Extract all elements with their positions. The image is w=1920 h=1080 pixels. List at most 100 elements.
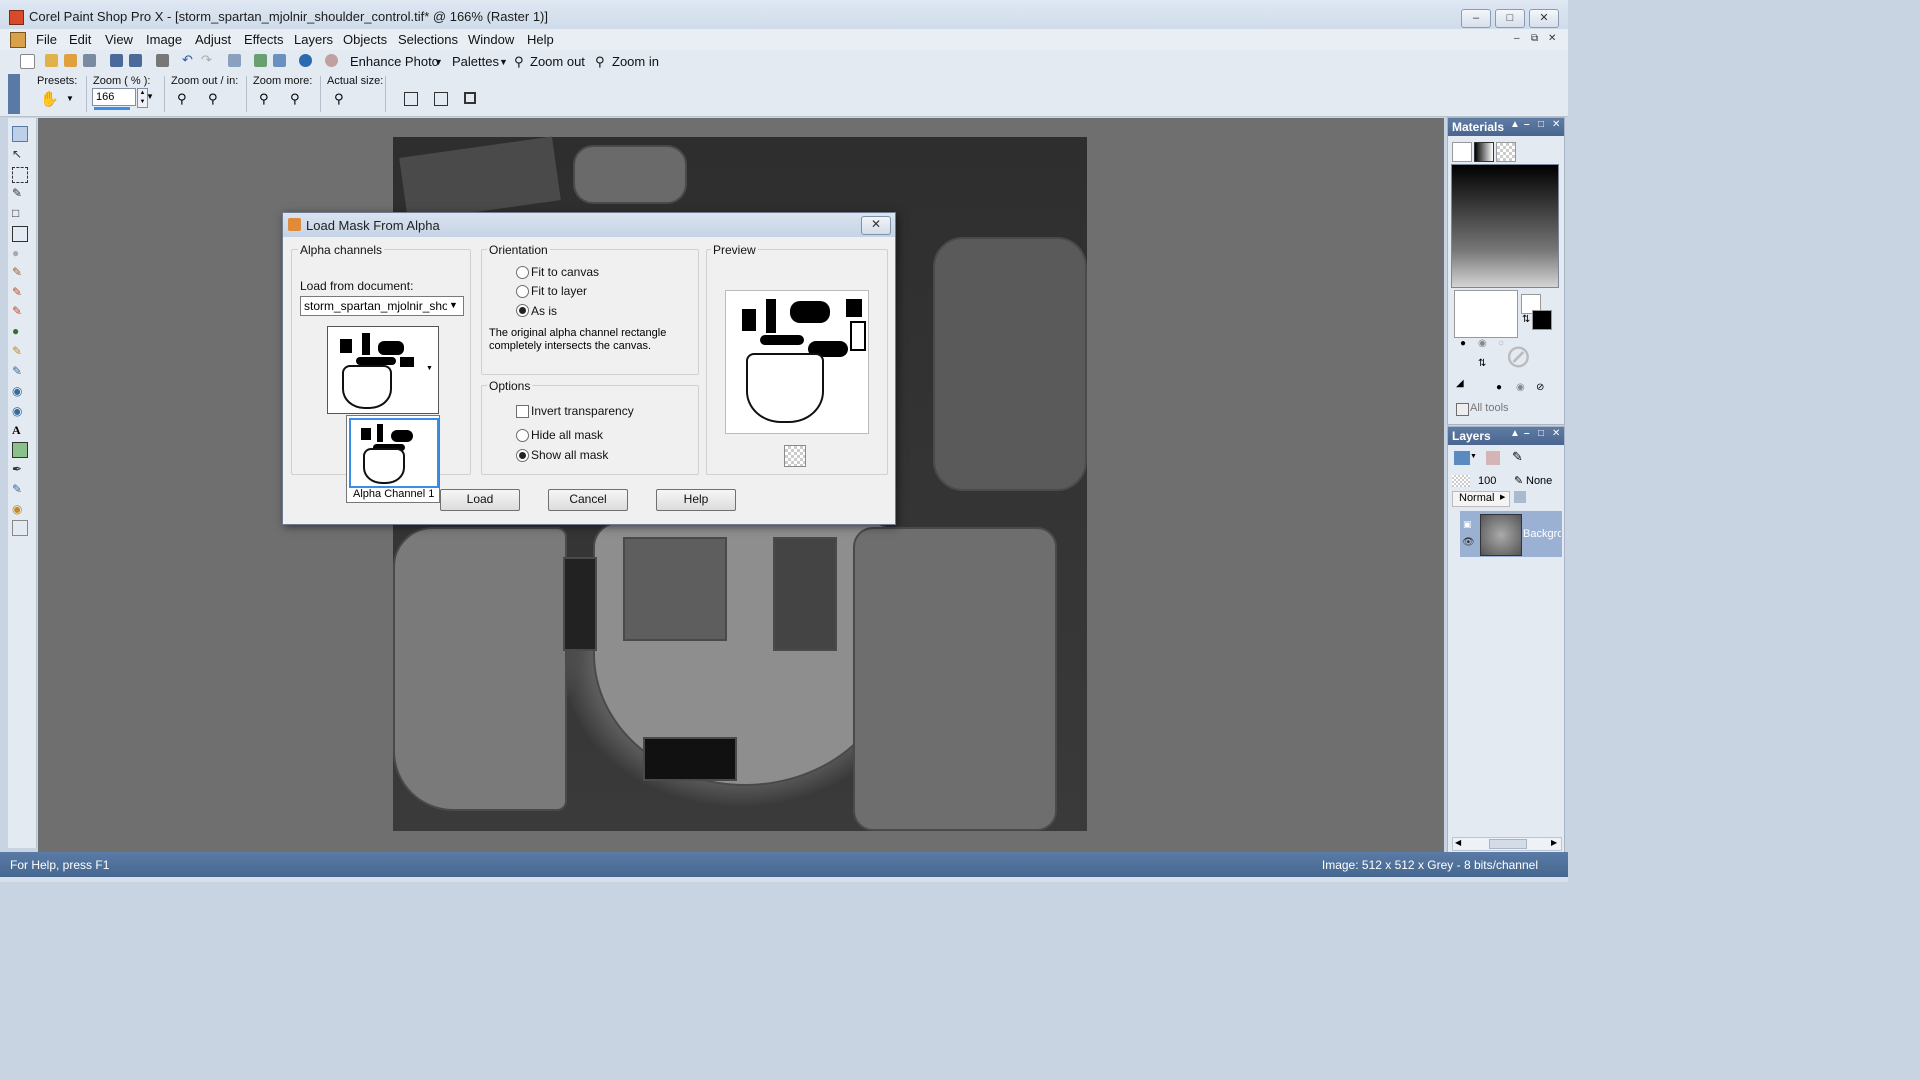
zoom-out-search-icon[interactable]: ⚲ xyxy=(514,54,524,70)
zoom-dropdown-icon[interactable]: ▼ xyxy=(146,88,154,106)
as-is-label[interactable]: As is xyxy=(531,304,557,318)
layer-group-icon[interactable]: ▣ xyxy=(1463,519,1472,530)
layers-minimize-icon[interactable]: – xyxy=(1524,428,1530,439)
scroll-left-icon[interactable]: ◀ xyxy=(1455,838,1461,847)
smudge-tool-icon[interactable]: ✎ xyxy=(12,364,26,378)
swap-colors-icon[interactable]: ⇅ xyxy=(1522,314,1530,325)
gradient-mode-icon[interactable]: ◉ xyxy=(1478,338,1487,349)
palettes-dropdown-icon[interactable]: ▼ xyxy=(499,57,508,67)
scan-icon[interactable] xyxy=(83,54,96,67)
fit-to-layer-label[interactable]: Fit to layer xyxy=(531,284,587,298)
zoom-percent-input[interactable] xyxy=(92,88,136,106)
layer-blend-value[interactable]: None xyxy=(1526,475,1552,487)
minimize-button[interactable]: – xyxy=(1461,9,1491,28)
zoom-out-icon[interactable]: ⚲ xyxy=(177,91,187,107)
all-tools-checkbox[interactable] xyxy=(1456,403,1469,416)
zoom-in-icon[interactable]: ⚲ xyxy=(208,91,218,107)
dialog-close-button[interactable]: ✕ xyxy=(861,216,891,235)
document-icon[interactable] xyxy=(10,32,26,48)
mdi-minimize-icon[interactable]: – xyxy=(1514,33,1520,44)
mdi-restore-icon[interactable]: ⧉ xyxy=(1531,33,1538,44)
palettes-button[interactable]: Palettes xyxy=(452,54,499,69)
new-layer-icon[interactable] xyxy=(1454,451,1470,465)
redeye-tool-icon[interactable]: ● xyxy=(12,246,26,260)
document-dropdown-icon[interactable]: ▼ xyxy=(449,300,458,310)
rainbow-tab[interactable] xyxy=(1474,142,1494,162)
dodge-tool-icon[interactable]: ● xyxy=(12,324,26,338)
save-icon[interactable] xyxy=(110,54,123,67)
menu-image[interactable]: Image xyxy=(146,32,182,47)
hide-all-mask-label[interactable]: Hide all mask xyxy=(531,428,603,442)
menu-edit[interactable]: Edit xyxy=(69,32,91,47)
help-button[interactable]: Help xyxy=(656,489,736,511)
minimize-panel-icon[interactable]: – xyxy=(1524,119,1530,130)
fit-to-canvas-label[interactable]: Fit to canvas xyxy=(531,265,599,279)
clone-tool-icon[interactable]: ✎ xyxy=(12,265,26,279)
new-layer-dropdown-icon[interactable]: ▼ xyxy=(1470,453,1477,460)
menu-view[interactable]: View xyxy=(105,32,133,47)
show-all-mask-radio[interactable] xyxy=(516,449,529,462)
fit-to-layer-radio[interactable] xyxy=(516,285,529,298)
load-button[interactable]: Load xyxy=(440,489,520,511)
delete-layer-icon[interactable] xyxy=(1486,451,1500,465)
scroll-right-icon[interactable]: ▶ xyxy=(1551,838,1557,847)
layer-visibility-icon[interactable]: 👁 xyxy=(1462,537,1475,548)
enhance-photo-dropdown-icon[interactable]: ▼ xyxy=(434,57,443,67)
swap-materials-icon[interactable]: ⇅ xyxy=(1478,358,1486,369)
bg-gradient-mode-icon[interactable]: ◉ xyxy=(1516,382,1525,393)
lock-icon[interactable] xyxy=(1514,491,1526,503)
layer-properties-icon[interactable]: ✎ xyxy=(1512,449,1523,465)
paint-brush-icon[interactable]: ✎ xyxy=(12,304,26,318)
straighten-tool-icon[interactable] xyxy=(12,226,28,242)
save-as-icon[interactable] xyxy=(129,54,142,67)
menu-effects[interactable]: Effects xyxy=(244,32,284,47)
zoom-more-out-icon[interactable]: ⚲ xyxy=(259,91,269,107)
mesh-warp-icon[interactable]: ◉ xyxy=(12,502,26,516)
bg-none-mode-icon[interactable]: ⊘ xyxy=(1536,382,1544,393)
undo-icon[interactable]: ↶ xyxy=(182,53,195,67)
maximize-panel-icon[interactable]: □ xyxy=(1538,119,1544,130)
scratch-remover-icon[interactable]: ✎ xyxy=(12,285,26,299)
background-color-box[interactable] xyxy=(1532,310,1552,330)
dropper-tool-icon[interactable]: ✎ xyxy=(12,186,26,200)
presets-dropdown-icon[interactable]: ▼ xyxy=(66,94,74,103)
close-window-button[interactable]: ✕ xyxy=(1529,9,1559,28)
picture-tube-icon[interactable]: ◉ xyxy=(12,404,26,418)
pan-hand-icon[interactable]: ✋ xyxy=(40,90,59,108)
zoom-slider-track[interactable] xyxy=(94,107,130,110)
color-picker-area[interactable] xyxy=(1451,164,1559,288)
menu-file[interactable]: File xyxy=(36,32,57,47)
alpha-channel-combo[interactable]: ▼ xyxy=(327,326,439,414)
transparency-toggle-icon[interactable] xyxy=(784,445,806,467)
frame-tab[interactable] xyxy=(1452,142,1472,162)
print-icon[interactable] xyxy=(156,54,169,67)
transparent-material-icon[interactable]: ⊘ xyxy=(1505,340,1532,372)
open-folder-icon[interactable] xyxy=(45,54,58,67)
menu-adjust[interactable]: Adjust xyxy=(195,32,231,47)
menu-window[interactable]: Window xyxy=(468,32,514,47)
bg-color-mode-icon[interactable]: ● xyxy=(1496,382,1502,393)
none-mode-icon[interactable]: ○ xyxy=(1498,338,1504,349)
redo-icon[interactable]: ↷ xyxy=(201,53,214,67)
hide-all-mask-radio[interactable] xyxy=(516,429,529,442)
fit-window-icon[interactable] xyxy=(404,92,418,106)
layer-row-background[interactable]: ▣ 👁 Background xyxy=(1460,511,1562,557)
layers-close-icon[interactable]: ✕ xyxy=(1552,428,1560,439)
fullscreen-icon[interactable] xyxy=(464,92,476,104)
layers-maximize-icon[interactable]: □ xyxy=(1538,428,1544,439)
fit-image-icon[interactable] xyxy=(434,92,448,106)
enhance-photo-button[interactable]: Enhance Photo xyxy=(350,54,439,69)
web-icon[interactable] xyxy=(273,54,286,67)
info-icon[interactable] xyxy=(299,54,312,67)
resize-icon[interactable] xyxy=(228,54,241,67)
pin-icon[interactable]: ▲ xyxy=(1510,119,1520,130)
layer-opacity-value[interactable]: 100 xyxy=(1478,475,1496,487)
warp-brush-icon[interactable]: ✎ xyxy=(12,482,26,496)
menu-objects[interactable]: Objects xyxy=(343,32,387,47)
zoom-out-button[interactable]: Zoom out xyxy=(530,54,585,69)
zoom-in-search-icon[interactable]: ⚲ xyxy=(595,54,605,70)
blend-mode-arrow-icon[interactable]: ▶ xyxy=(1500,493,1505,501)
show-all-mask-label[interactable]: Show all mask xyxy=(531,448,608,462)
art-media-icon[interactable] xyxy=(12,520,28,536)
flood-fill-icon[interactable]: ◉ xyxy=(12,384,26,398)
